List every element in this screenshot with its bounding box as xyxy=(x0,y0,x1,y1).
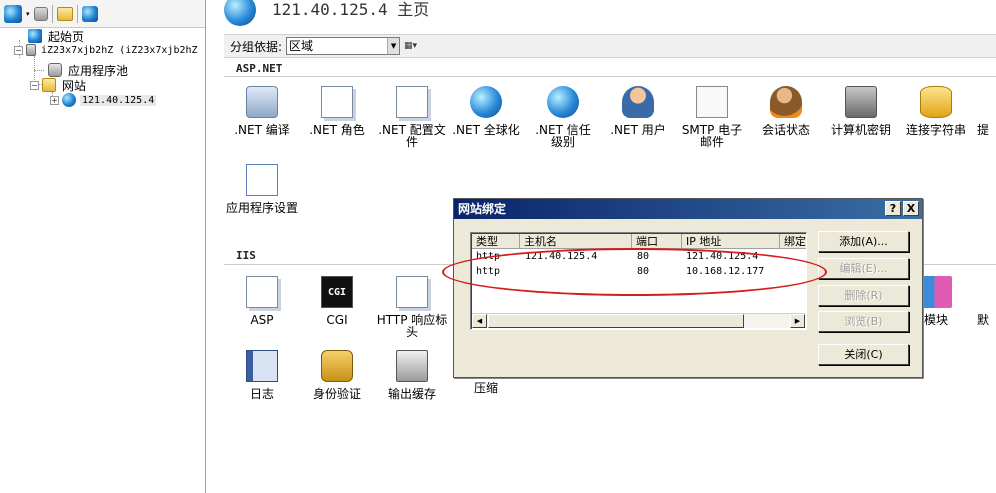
toolbar-separator xyxy=(76,4,78,23)
machine-key-icon xyxy=(845,86,877,118)
smtp-email-icon xyxy=(696,86,728,118)
feature-net-compilation[interactable]: .NET 编译 xyxy=(222,86,302,136)
feature-output-caching[interactable]: 输出缓存 xyxy=(372,350,452,400)
connect-globe-icon[interactable] xyxy=(4,4,22,23)
horizontal-scrollbar[interactable]: ◀ ▶ xyxy=(472,313,805,328)
tree-item-server[interactable]: − iZ23x7xjb2hZ (iZ23x7xjb2hZ xyxy=(14,42,200,58)
column-header-port[interactable]: 端口 xyxy=(632,234,682,249)
bindings-list[interactable]: 类型 主机名 端口 IP 地址 绑定 http 121.40.125.4 80 … xyxy=(470,232,807,330)
chevron-down-icon: ▼ xyxy=(387,38,400,54)
feature-default-document[interactable]: 默 xyxy=(970,276,996,326)
site-globe-icon xyxy=(224,0,256,26)
feature-asp[interactable]: ASP xyxy=(222,276,302,326)
scroll-thumb[interactable] xyxy=(488,314,744,328)
close-button[interactable]: 关闭(C) xyxy=(818,344,909,365)
feature-app-settings[interactable]: 应用程序设置 xyxy=(222,164,302,214)
connection-strings-icon xyxy=(920,86,952,118)
edit-button[interactable]: 编辑(E)... xyxy=(818,258,909,279)
expand-expander-icon[interactable]: + xyxy=(50,95,59,105)
browse-button[interactable]: 浏览(B) xyxy=(818,311,909,332)
remove-button[interactable]: 删除(R) xyxy=(818,285,909,306)
profile-icon xyxy=(396,86,428,118)
feature-machine-key[interactable]: 计算机密钥 xyxy=(821,86,901,136)
table-row[interactable]: http 121.40.125.4 80 121.40.125.4 xyxy=(471,250,806,264)
tree-item-site[interactable]: + 121.40.125.4 xyxy=(50,92,157,108)
section-aspnet: ASP.NET xyxy=(236,62,283,75)
feature-http-response-headers[interactable]: HTTP 响应标头 xyxy=(372,276,452,338)
feature-cgi[interactable]: CGI CGI xyxy=(297,276,377,326)
scroll-right-icon[interactable]: ▶ xyxy=(790,314,805,328)
asp-icon xyxy=(246,276,278,308)
feature-logging[interactable]: 日志 xyxy=(222,350,302,400)
dropdown-arrow-icon[interactable]: ▾ xyxy=(26,10,30,18)
column-header-binding[interactable]: 绑定 xyxy=(780,234,806,249)
output-cache-icon xyxy=(396,350,428,382)
start-page-icon xyxy=(28,29,42,43)
site-globe-icon xyxy=(62,93,76,107)
feature-net-users[interactable]: .NET 用户 xyxy=(598,86,678,136)
feature-smtp-email[interactable]: SMTP 电子邮件 xyxy=(672,86,752,148)
up-folder-icon[interactable] xyxy=(56,6,73,21)
close-x-button[interactable]: X xyxy=(903,201,919,216)
modules-icon xyxy=(920,276,952,308)
connections-pane: ▾ 起始页 − iZ23x7xjb2hZ (iZ23x7xjb2hZ 应用程序池… xyxy=(0,0,206,493)
app-pools-icon xyxy=(48,63,62,77)
roles-icon xyxy=(321,86,353,118)
toolbar-separator xyxy=(51,4,53,23)
feature-authentication[interactable]: 身份验证 xyxy=(297,350,377,400)
help-button[interactable]: ? xyxy=(885,201,901,216)
session-state-icon xyxy=(770,86,802,118)
column-header-type[interactable]: 类型 xyxy=(472,234,520,249)
dialog-title: 网站绑定 xyxy=(454,199,922,219)
collapse-expander-icon[interactable]: − xyxy=(30,80,39,90)
view-mode-icon[interactable]: ▦▾ xyxy=(404,38,432,54)
site-bindings-dialog: 网站绑定 ? X 类型 主机名 端口 IP 地址 绑定 http 121.40.… xyxy=(453,198,923,378)
compile-icon xyxy=(246,86,278,118)
column-header-ip[interactable]: IP 地址 xyxy=(682,234,780,249)
feature-net-roles[interactable]: .NET 角色 xyxy=(297,86,377,136)
feature-net-profile[interactable]: .NET 配置文件 xyxy=(372,86,452,148)
users-icon xyxy=(622,86,654,118)
app-settings-icon xyxy=(246,164,278,196)
collapse-expander-icon[interactable]: − xyxy=(14,45,23,55)
logging-icon xyxy=(246,350,278,382)
column-header-host[interactable]: 主机名 xyxy=(520,234,632,249)
save-icon[interactable] xyxy=(33,6,48,21)
authentication-icon xyxy=(321,350,353,382)
cgi-icon: CGI xyxy=(321,276,353,308)
feature-session-state[interactable]: 会话状态 xyxy=(746,86,826,136)
add-button[interactable]: 添加(A)... xyxy=(818,231,909,252)
feature-providers[interactable]: 提 xyxy=(970,86,996,136)
feature-net-trust-levels[interactable]: .NET 信任级别 xyxy=(523,86,603,148)
http-headers-icon xyxy=(396,276,428,308)
section-iis: IIS xyxy=(236,249,256,262)
page-title: 121.40.125.4 主页 xyxy=(272,0,430,19)
group-by-label: 分组依据: xyxy=(230,39,283,54)
server-icon xyxy=(26,44,36,56)
trust-level-icon xyxy=(547,86,579,118)
group-by-bar: 分组依据: 区域 ▼ ▦▾ xyxy=(224,34,996,58)
group-by-select[interactable]: 区域 ▼ xyxy=(286,37,401,55)
disconnect-icon[interactable] xyxy=(81,5,98,22)
table-row[interactable]: http 80 10.168.12.177 xyxy=(471,265,806,279)
tree-item-sites[interactable]: − 网站 xyxy=(30,77,88,93)
scroll-left-icon[interactable]: ◀ xyxy=(472,314,487,328)
globalization-icon xyxy=(470,86,502,118)
feature-connection-strings[interactable]: 连接字符串 xyxy=(896,86,976,136)
sites-folder-icon xyxy=(42,78,56,92)
feature-net-globalization[interactable]: .NET 全球化 xyxy=(446,86,526,136)
connections-toolbar: ▾ xyxy=(0,0,205,28)
